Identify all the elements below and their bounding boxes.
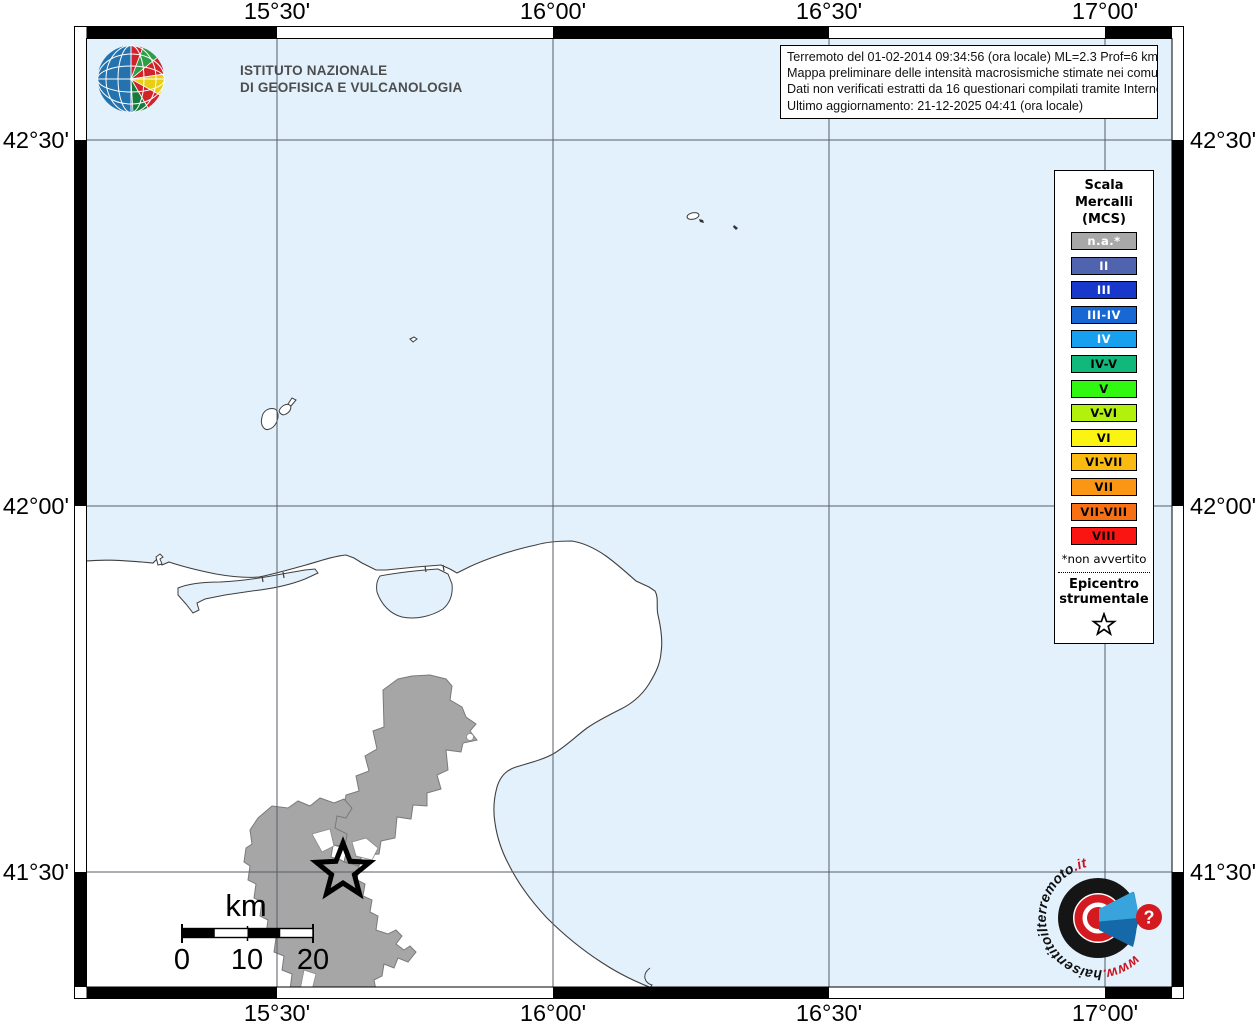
legend-swatch: n.a.*: [1071, 232, 1137, 250]
scale-tick-label: 0: [174, 944, 190, 976]
legend-swatch: IV-V: [1071, 355, 1137, 373]
scale-tick-label: 20: [297, 944, 329, 976]
legend-swatch: IV: [1071, 330, 1137, 348]
axis-label-top: 17°00': [1072, 0, 1138, 24]
axis-label-right: 41°30': [1190, 859, 1256, 885]
event-info-line: Dati non verificati estratti da 16 quest…: [787, 81, 1152, 97]
event-info-line: Terremoto del 01-02-2014 09:34:56 (ora l…: [787, 49, 1152, 65]
logo-question-mark: ?: [1144, 908, 1155, 928]
axis-label-bottom: 16°00': [520, 1000, 586, 1024]
legend-divider: [1058, 572, 1150, 573]
ingv-name-line1: ISTITUTO NAZIONALE: [240, 63, 387, 78]
axis-label-top: 16°00': [520, 0, 586, 24]
axis-label-top: 16°30': [796, 0, 862, 24]
legend-title: Scala Mercalli (MCS): [1055, 177, 1153, 228]
legend-swatch: V-VI: [1071, 404, 1137, 422]
legend-swatch: VII: [1071, 478, 1137, 496]
scale-tick-label: 10: [231, 944, 263, 976]
legend-swatch: II: [1071, 257, 1137, 275]
axis-label-left: 42°00': [3, 493, 69, 519]
event-info-line: Ultimo aggiornamento: 21-12-2025 04:41 (…: [787, 98, 1152, 114]
legend-swatch: III-IV: [1071, 306, 1137, 324]
legend: Scala Mercalli (MCS) n.a.* II III III-IV…: [1054, 170, 1154, 644]
legend-swatch: V: [1071, 380, 1137, 398]
event-info-box: Terremoto del 01-02-2014 09:34:56 (ora l…: [780, 45, 1158, 119]
axis-label-bottom: 16°30': [796, 1000, 862, 1024]
axis-label-bottom: 17°00': [1072, 1000, 1138, 1024]
legend-swatch: VI: [1071, 429, 1137, 447]
legend-swatch: III: [1071, 281, 1137, 299]
legend-swatches: n.a.* II III III-IV IV IV-V V V-VI VI VI…: [1055, 232, 1153, 545]
axis-label-right: 42°30': [1190, 127, 1256, 153]
legend-swatch: VIII: [1071, 527, 1137, 545]
axis-label-left: 41°30': [3, 859, 69, 885]
ingv-name-line2: DI GEOFISICA E VULCANOLOGIA: [240, 80, 462, 95]
epicenter-legend-star-icon: [1091, 612, 1117, 638]
legend-swatch: VII-VIII: [1071, 503, 1137, 521]
legend-epicenter-label: Epicentro strumentale: [1055, 577, 1153, 607]
axis-label-bottom: 15°30': [244, 1000, 310, 1024]
macroseismic-map-page: km 0 10 20: [0, 0, 1257, 1024]
axis-label-top: 15°30': [244, 0, 310, 24]
legend-footnote: *non avvertito: [1055, 552, 1153, 566]
scale-bar-unit: km: [225, 888, 266, 923]
axis-label-left: 42°30': [3, 127, 69, 153]
axis-label-right: 42°00': [1190, 493, 1256, 519]
legend-swatch: VI-VII: [1071, 453, 1137, 471]
event-info-line: Mappa preliminare delle intensità macros…: [787, 65, 1152, 81]
